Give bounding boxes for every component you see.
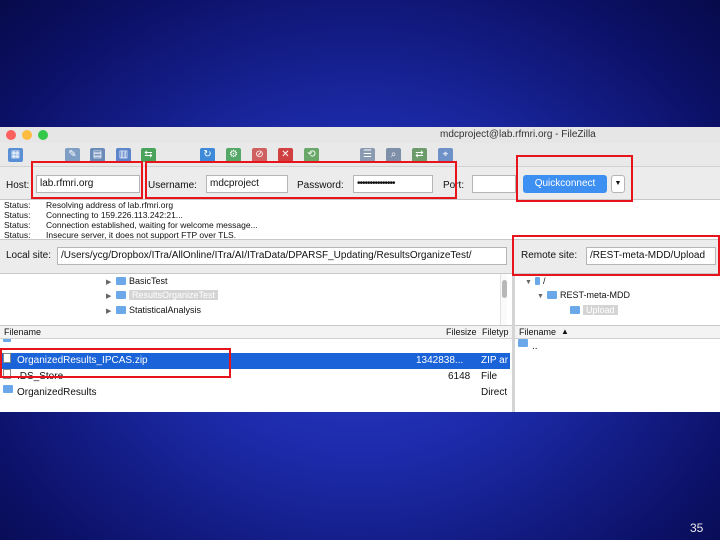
local-directory-tree: ▶ BasicTest ▶ ResultsOrganizeTest ▶ Statist… [0,273,512,325]
folder-icon [116,291,126,299]
highlight-remote-site-box [512,235,720,276]
refresh-icon[interactable]: ↻ [200,148,215,162]
local-site-label: Local site: [6,250,52,261]
remote-file-list-header: Filename ▲ [515,325,720,339]
folder-icon [535,277,540,285]
process-queue-icon[interactable]: ⚙ [226,148,241,162]
tree-item-selected[interactable]: Upload [570,303,618,317]
search-icon[interactable]: ⌕ [386,148,401,162]
local-tree-icon[interactable]: ▥ [116,148,131,162]
log-status: Status: [4,230,31,239]
log-message: Resolving address of lab.rfmri.org [46,200,174,210]
folder-icon [116,277,126,285]
highlight-quickconnect-box [516,155,633,202]
cancel-operation-icon[interactable]: ⊘ [252,148,267,162]
synchronized-browsing-icon[interactable]: ⇄ [412,148,427,162]
local-site-input[interactable]: /Users/ycg/Dropbox/ITra/AllOnline/ITra/A… [57,247,507,265]
slide: { "window": { "title": "mdcproject@lab.r… [0,0,720,540]
window-title: mdcproject@lab.rfmri.org - FileZilla [440,129,596,140]
column-filetype[interactable]: Filetyp [482,326,509,338]
site-manager-icon[interactable]: ▦ [8,148,23,162]
edit-icon[interactable]: ✎ [65,148,80,162]
minimize-window-button[interactable] [22,130,32,140]
log-message: Connecting to 159.226.113.242:21... [46,210,183,220]
highlight-credentials-box [145,161,457,199]
file-row-parent[interactable]: .. [515,339,720,355]
remote-file-list: .. [515,339,720,412]
log-row: Status: Connection established, waiting f… [0,220,720,230]
column-filename[interactable]: Filename [4,326,41,338]
scrollbar-thumb[interactable] [502,280,507,298]
local-file-list-header: Filename Filesize Filetyp [0,325,512,339]
expand-arrow-icon[interactable]: ▶ [106,305,116,319]
highlight-zip-file-box [0,348,231,378]
port-input[interactable] [472,175,516,193]
tree-item[interactable]: ▶ StatisticalAnalysis [106,303,201,317]
folder-icon [116,306,126,314]
tree-item[interactable]: ▼ / [525,274,546,288]
log-row: Status: Connecting to 159.226.113.242:21.… [0,210,720,220]
log-status: Status: [4,200,31,210]
log-status: Status: [4,220,31,230]
log-status: Status: [4,210,31,220]
remote-tree-icon[interactable]: ⇆ [141,148,156,162]
find-files-icon[interactable]: ⌖ [438,148,453,162]
folder-icon [547,291,557,299]
reconnect-icon[interactable]: ⟲ [304,148,319,162]
tree-item[interactable]: ▼ REST-meta-MDD [537,288,630,302]
file-row-parent[interactable]: .. [0,339,510,347]
message-log: Status: Resolving address of lab.rfmri.or… [0,199,720,239]
message-log-icon[interactable]: ▤ [90,148,105,162]
highlight-host-box [31,161,143,199]
folder-icon [3,339,11,342]
sort-ascending-icon: ▲ [561,327,569,336]
close-window-button[interactable] [6,130,16,140]
column-filename[interactable]: Filename [519,326,556,338]
file-row[interactable]: OrganizedResults Direct [0,385,510,401]
folder-icon [3,385,13,393]
title-bar: mdcproject@lab.rfmri.org - FileZilla [0,127,720,143]
host-label: Host: [6,180,30,191]
collapse-arrow-icon[interactable]: ▼ [537,290,547,304]
directory-listing-filters-icon[interactable]: ☰ [360,148,375,162]
page-number: 35 [690,521,704,535]
folder-icon [518,339,528,347]
disconnect-icon[interactable]: ✕ [278,148,293,162]
remote-directory-tree: ▼ / ▼ REST-meta-MDD Upload [515,273,720,325]
tree-item-selected[interactable]: ▶ ResultsOrganizeTest [106,288,219,304]
local-tree-scrollbar[interactable] [500,274,507,325]
folder-icon [570,306,580,314]
collapse-arrow-icon[interactable]: ▼ [525,276,535,290]
log-message: Insecure server, it does not support FTP… [46,230,237,239]
tree-item[interactable]: ▶ BasicTest [106,274,168,288]
column-filesize[interactable]: Filesize [446,326,477,338]
log-message: Connection established, waiting for welc… [46,220,258,230]
expand-arrow-icon[interactable]: ▶ [106,290,116,304]
zoom-window-button[interactable] [38,130,48,140]
